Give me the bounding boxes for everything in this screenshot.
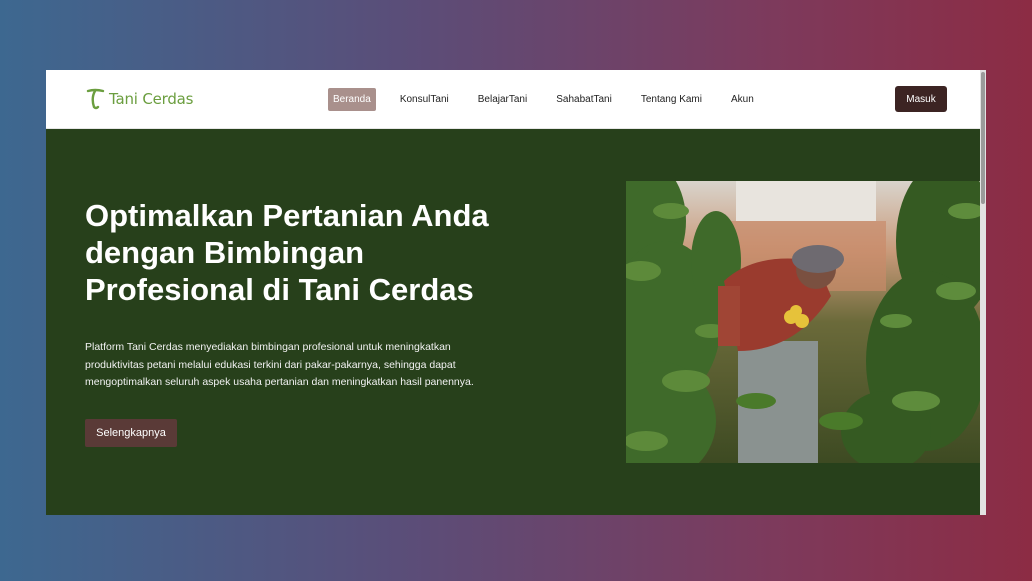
vertical-scrollbar[interactable] [980,70,986,515]
hero-description: Platform Tani Cerdas menyediakan bimbing… [85,341,474,388]
nav-item-konsultani[interactable]: KonsulTani [395,88,454,111]
nav-item-sahabattani[interactable]: SahabatTani [551,88,617,111]
hero-title: Optimalkan Pertanian Anda dengan Bimbing… [85,198,489,307]
learn-more-button[interactable]: Selengkapnya [85,419,177,447]
brand-name: Tani Cerdas [109,90,194,108]
nav-item-tentang-kami[interactable]: Tentang Kami [636,88,707,111]
main-nav: Beranda KonsulTani BelajarTani SahabatTa… [328,87,778,111]
login-button[interactable]: Masuk [895,86,947,112]
brand-logo[interactable]: Tani Cerdas [86,87,193,111]
nav-item-beranda[interactable]: Beranda [328,87,376,111]
farmer-greenhouse-photo [626,181,980,463]
browser-window: Tani Cerdas Beranda KonsulTani BelajarTa… [46,70,986,515]
nav-item-belajartani[interactable]: BelajarTani [473,88,532,111]
navbar: Tani Cerdas Beranda KonsulTani BelajarTa… [46,70,980,129]
scrollbar-thumb[interactable] [981,72,985,204]
hero-section: Optimalkan Pertanian Anda dengan Bimbing… [46,129,980,515]
leaf-logo-icon [86,88,105,110]
nav-item-akun[interactable]: Akun [726,88,759,111]
